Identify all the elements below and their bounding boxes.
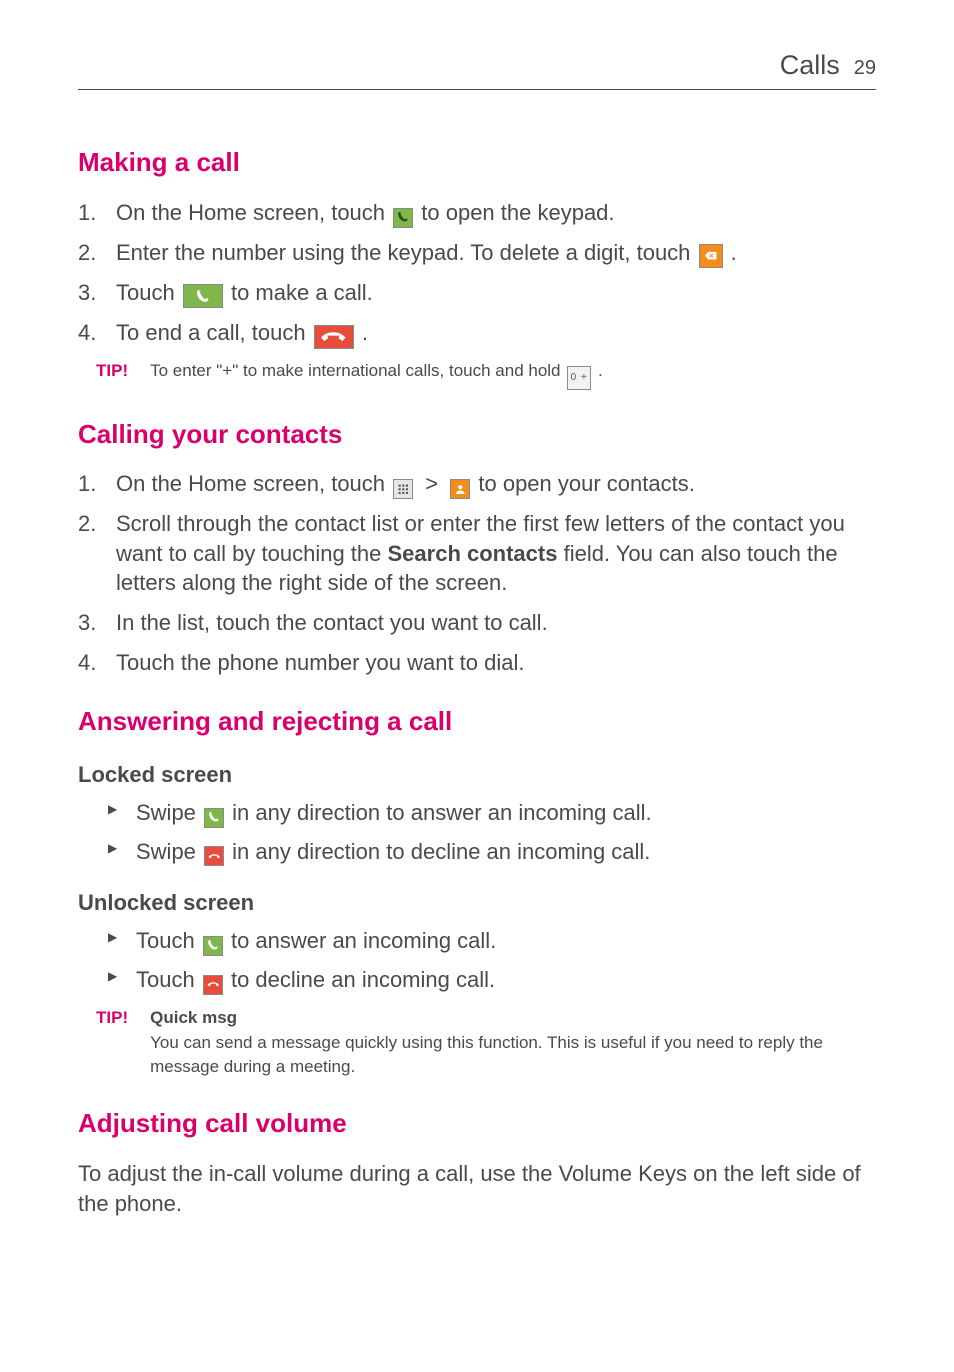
tip-text: Quick msg You can send a message quickly… (150, 1006, 876, 1079)
page-number: 29 (854, 55, 876, 81)
tip-label: TIP! (96, 1006, 128, 1079)
tip-quick-msg: TIP! Quick msg You can send a message qu… (96, 1006, 876, 1079)
text: to make a call. (231, 280, 373, 305)
text: in any direction to decline an incoming … (232, 839, 650, 864)
text: In the list, touch the contact you want … (116, 610, 548, 635)
step-marker: 2. (78, 238, 96, 268)
tip-title: Quick msg (150, 1006, 876, 1030)
text: to open the keypad. (421, 200, 614, 225)
text: to answer an incoming call. (231, 928, 496, 953)
decline-icon (204, 846, 224, 866)
text: Swipe (136, 839, 202, 864)
text: Touch (136, 967, 201, 992)
chevron-right-icon: > (425, 471, 438, 496)
step-4: 4. To end a call, touch . (78, 318, 876, 348)
step-marker: 4. (78, 648, 96, 678)
heading-making-a-call: Making a call (78, 146, 876, 180)
volume-body: To adjust the in-call volume during a ca… (78, 1159, 876, 1218)
end-call-icon (314, 325, 354, 349)
tip-label: TIP! (96, 359, 128, 390)
text: On the Home screen, touch (116, 471, 391, 496)
text: . (598, 361, 603, 380)
tip-body-text: You can send a message quickly using thi… (150, 1033, 823, 1076)
text: to decline an incoming call. (231, 967, 495, 992)
step-3: 3. In the list, touch the contact you wa… (78, 608, 876, 638)
text: Enter the number using the keypad. To de… (116, 240, 697, 265)
text: Touch (136, 928, 201, 953)
zero-key-icon: 0 + (567, 366, 591, 390)
text: to open your contacts. (478, 471, 694, 496)
section-title: Calls (780, 48, 840, 83)
locked-bullets: Swipe in any direction to answer an inco… (78, 798, 876, 868)
heading-calling-contacts: Calling your contacts (78, 418, 876, 452)
subheading-unlocked: Unlocked screen (78, 889, 876, 918)
bullet-decline: Swipe in any direction to decline an inc… (108, 837, 876, 868)
unlocked-bullets: Touch to answer an incoming call. Touch … (78, 926, 876, 996)
text: Swipe (136, 800, 202, 825)
making-call-steps: 1. On the Home screen, touch to open the… (78, 198, 876, 349)
subheading-locked: Locked screen (78, 761, 876, 790)
call-icon (183, 284, 223, 308)
text: Touch the phone number you want to dial. (116, 650, 525, 675)
step-marker: 4. (78, 318, 96, 348)
step-1: 1. On the Home screen, touch to open the… (78, 198, 876, 228)
tip-international: TIP! To enter "+" to make international … (96, 359, 876, 390)
apps-grid-icon (393, 479, 413, 499)
calling-contacts-steps: 1. On the Home screen, touch > to open y… (78, 469, 876, 677)
answer-icon (204, 808, 224, 828)
step-2: 2. Enter the number using the keypad. To… (78, 238, 876, 268)
heading-answering-rejecting: Answering and rejecting a call (78, 705, 876, 739)
text: in any direction to answer an incoming c… (232, 800, 651, 825)
step-1: 1. On the Home screen, touch > to open y… (78, 469, 876, 499)
step-marker: 1. (78, 198, 96, 228)
decline-icon (203, 975, 223, 995)
tip-text: To enter "+" to make international calls… (150, 359, 876, 390)
bold-text: Search contacts (388, 541, 558, 566)
bullet-answer: Touch to answer an incoming call. (108, 926, 876, 957)
text: On the Home screen, touch (116, 200, 391, 225)
text: To end a call, touch (116, 320, 312, 345)
step-2: 2. Scroll through the contact list or en… (78, 509, 876, 598)
step-3: 3. Touch to make a call. (78, 278, 876, 308)
bullet-decline: Touch to decline an incoming call. (108, 965, 876, 996)
contacts-icon (450, 479, 470, 499)
answer-icon (203, 936, 223, 956)
text: To enter "+" to make international calls… (150, 361, 565, 380)
phone-icon (393, 208, 413, 228)
text: Touch (116, 280, 181, 305)
page-header: Calls 29 (78, 48, 876, 90)
step-marker: 1. (78, 469, 96, 499)
text: . (362, 320, 368, 345)
bullet-answer: Swipe in any direction to answer an inco… (108, 798, 876, 829)
step-4: 4. Touch the phone number you want to di… (78, 648, 876, 678)
text: . (731, 240, 737, 265)
step-marker: 3. (78, 608, 96, 638)
backspace-icon (699, 244, 723, 268)
step-marker: 2. (78, 509, 96, 539)
heading-adjusting-volume: Adjusting call volume (78, 1107, 876, 1141)
step-marker: 3. (78, 278, 96, 308)
